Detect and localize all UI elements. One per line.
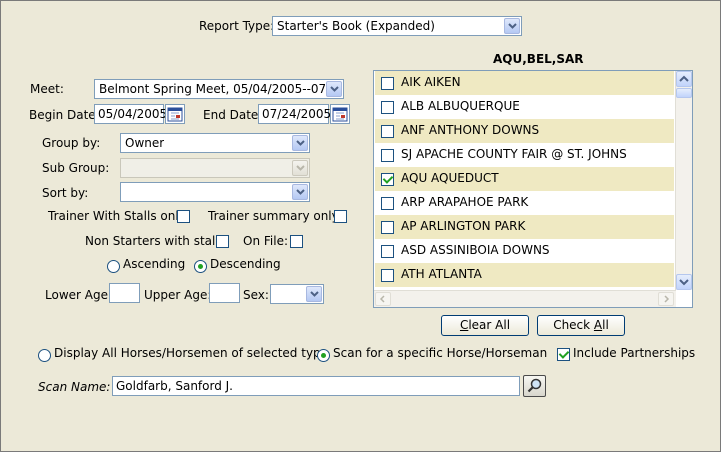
track-label: AIK AIKEN xyxy=(401,75,461,89)
include-partnerships-label: Include Partnerships xyxy=(573,346,696,360)
lower-age-label: Lower Age: xyxy=(45,288,113,302)
magnifier-icon xyxy=(527,378,542,393)
vertical-scrollbar[interactable] xyxy=(675,71,692,290)
end-date-input[interactable]: 07/24/2005 xyxy=(258,104,332,124)
chevron-down-icon xyxy=(292,160,308,176)
track-label: ALB ALBUQUERQUE xyxy=(401,99,520,113)
trainer-summary-checkbox[interactable] xyxy=(334,210,347,223)
begin-date-label: Begin Date xyxy=(29,108,96,122)
trainer-summary-label: Trainer summary only xyxy=(208,209,339,223)
non-starters-checkbox[interactable] xyxy=(216,235,229,248)
scroll-thumb[interactable] xyxy=(676,88,692,98)
chevron-down-icon[interactable] xyxy=(504,18,520,34)
track-label: ARP ARAPAHOE PARK xyxy=(401,195,529,209)
report-options-window: Report Type: Starter's Book (Expanded) A… xyxy=(0,0,721,452)
sex-label: Sex: xyxy=(243,288,269,302)
end-date-label: End Date xyxy=(203,108,259,122)
track-checklist[interactable]: AIK AIKEN ALB ALBUQUERQUE ANF ANTHONY DO… xyxy=(373,70,693,308)
trainer-stalls-checkbox[interactable] xyxy=(177,210,190,223)
track-label: ASD ASSINIBOIA DOWNS xyxy=(401,243,550,257)
list-item[interactable]: AQU AQUEDUCT xyxy=(375,167,674,191)
upper-age-input[interactable] xyxy=(209,283,240,303)
begin-date-input[interactable]: 05/04/2005 xyxy=(94,104,168,124)
track-checkbox[interactable] xyxy=(381,125,394,138)
horizontal-scrollbar[interactable] xyxy=(374,290,676,307)
sub-group-label: Sub Group: xyxy=(42,161,110,175)
scan-specific-label: Scan for a specific Horse/Horseman xyxy=(333,346,548,360)
track-checkbox[interactable] xyxy=(381,269,394,282)
display-all-radio[interactable] xyxy=(38,349,51,362)
report-type-value: Starter's Book (Expanded) xyxy=(277,19,435,33)
ascending-radio[interactable] xyxy=(107,260,120,273)
list-item[interactable]: ASD ASSINIBOIA DOWNS xyxy=(375,239,674,263)
list-item[interactable]: AIK AIKEN xyxy=(375,71,674,95)
list-item[interactable]: ANF ANTHONY DOWNS xyxy=(375,119,674,143)
sub-group-select xyxy=(120,158,310,178)
scroll-down-icon[interactable] xyxy=(676,274,692,290)
track-label: ANF ANTHONY DOWNS xyxy=(401,123,540,137)
end-date-value: 07/24/2005 xyxy=(262,107,332,121)
scan-specific-radio[interactable] xyxy=(317,349,330,362)
chevron-down-icon[interactable] xyxy=(306,286,322,302)
sort-by-label: Sort by: xyxy=(42,186,89,200)
track-label: AQU AQUEDUCT xyxy=(401,171,499,185)
include-partnerships-checkbox[interactable] xyxy=(557,348,570,361)
scan-name-label: Scan Name: xyxy=(38,380,111,394)
sort-by-select[interactable] xyxy=(120,182,310,202)
list-item[interactable]: ALB ALBUQUERQUE xyxy=(375,95,674,119)
search-button[interactable] xyxy=(523,375,546,397)
scroll-up-icon[interactable] xyxy=(676,71,692,87)
upper-age-label: Upper Age: xyxy=(144,288,212,302)
report-type-select[interactable]: Starter's Book (Expanded) xyxy=(272,16,522,36)
calendar-icon[interactable] xyxy=(165,104,185,124)
track-checkbox[interactable] xyxy=(381,245,394,258)
scan-name-value: Goldfarb, Sanford J. xyxy=(116,379,233,393)
lower-age-input[interactable] xyxy=(109,283,140,303)
check-all-button[interactable]: Check All xyxy=(537,315,625,336)
chevron-down-icon[interactable] xyxy=(292,135,308,151)
on-file-checkbox[interactable] xyxy=(290,235,303,248)
chevron-down-icon[interactable] xyxy=(292,184,308,200)
descending-label: Descending xyxy=(210,257,281,271)
group-by-select[interactable]: Owner xyxy=(120,133,310,153)
scroll-left-icon[interactable] xyxy=(375,292,391,306)
meet-value: Belmont Spring Meet, 05/04/2005--07/24/ xyxy=(99,82,325,96)
group-by-value: Owner xyxy=(125,136,165,150)
track-checkbox[interactable] xyxy=(381,77,394,90)
sex-select[interactable] xyxy=(270,284,324,304)
list-item[interactable]: SJ APACHE COUNTY FAIR @ ST. JOHNS xyxy=(375,143,674,167)
track-checkbox[interactable] xyxy=(381,221,394,234)
chevron-down-icon[interactable] xyxy=(326,81,342,97)
calendar-icon[interactable] xyxy=(330,104,350,124)
track-checkbox[interactable] xyxy=(381,197,394,210)
trainer-stalls-label: Trainer With Stalls only xyxy=(48,209,186,223)
track-checkbox[interactable] xyxy=(381,173,394,186)
list-item[interactable]: ARP ARAPAHOE PARK xyxy=(375,191,674,215)
track-checkbox[interactable] xyxy=(381,101,394,114)
meet-select[interactable]: Belmont Spring Meet, 05/04/2005--07/24/ xyxy=(94,79,344,99)
display-all-label: Display All Horses/Horsemen of selected … xyxy=(54,346,329,360)
meet-label: Meet: xyxy=(30,82,64,96)
descending-radio[interactable] xyxy=(194,260,207,273)
clear-all-button[interactable]: Clear All xyxy=(441,315,529,336)
on-file-label: On File: xyxy=(243,234,288,248)
begin-date-value: 05/04/2005 xyxy=(98,107,168,121)
scroll-right-icon[interactable] xyxy=(658,292,674,306)
list-item[interactable]: ATH ATLANTA xyxy=(375,263,674,287)
list-item[interactable]: AP ARLINGTON PARK xyxy=(375,215,674,239)
scan-name-input[interactable]: Goldfarb, Sanford J. xyxy=(112,376,520,396)
track-label: SJ APACHE COUNTY FAIR @ ST. JOHNS xyxy=(401,147,627,161)
selected-tracks-header: AQU,BEL,SAR xyxy=(493,52,584,66)
track-label: ATH ATLANTA xyxy=(401,267,482,281)
track-label: AP ARLINGTON PARK xyxy=(401,219,526,233)
track-checkbox[interactable] xyxy=(381,149,394,162)
report-type-label: Report Type: xyxy=(199,19,275,33)
group-by-label: Group by: xyxy=(42,136,101,150)
non-starters-label: Non Starters with stalls xyxy=(85,234,225,248)
ascending-label: Ascending xyxy=(123,257,186,271)
